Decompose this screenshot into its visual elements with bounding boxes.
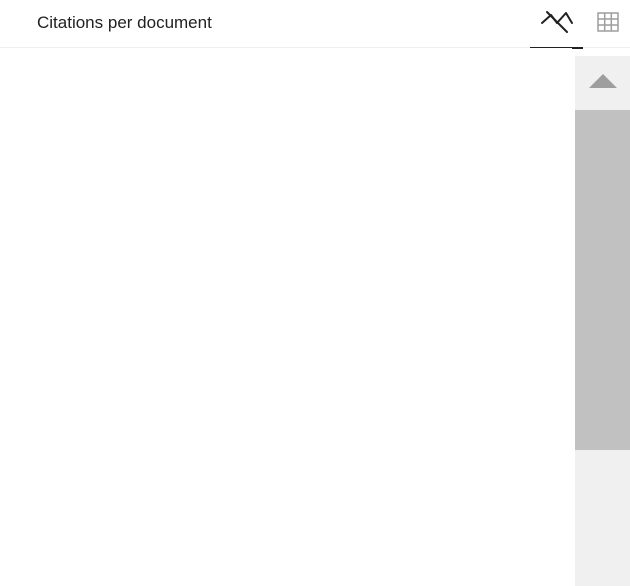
scrollbar-thumb[interactable]: [575, 110, 630, 450]
table-view-tab[interactable]: [588, 0, 628, 48]
vertical-scrollbar[interactable]: [575, 56, 630, 586]
triangle-up-icon: [588, 71, 618, 94]
table-grid-icon: [596, 11, 620, 38]
chart-header: Citations per document: [0, 0, 630, 49]
chart-view-tab[interactable]: [530, 0, 583, 49]
line-chart-icon: [539, 7, 575, 42]
scroll-up-button[interactable]: [575, 56, 630, 108]
chart-title: Citations per document: [37, 13, 212, 32]
chart-content-area: [0, 48, 572, 586]
